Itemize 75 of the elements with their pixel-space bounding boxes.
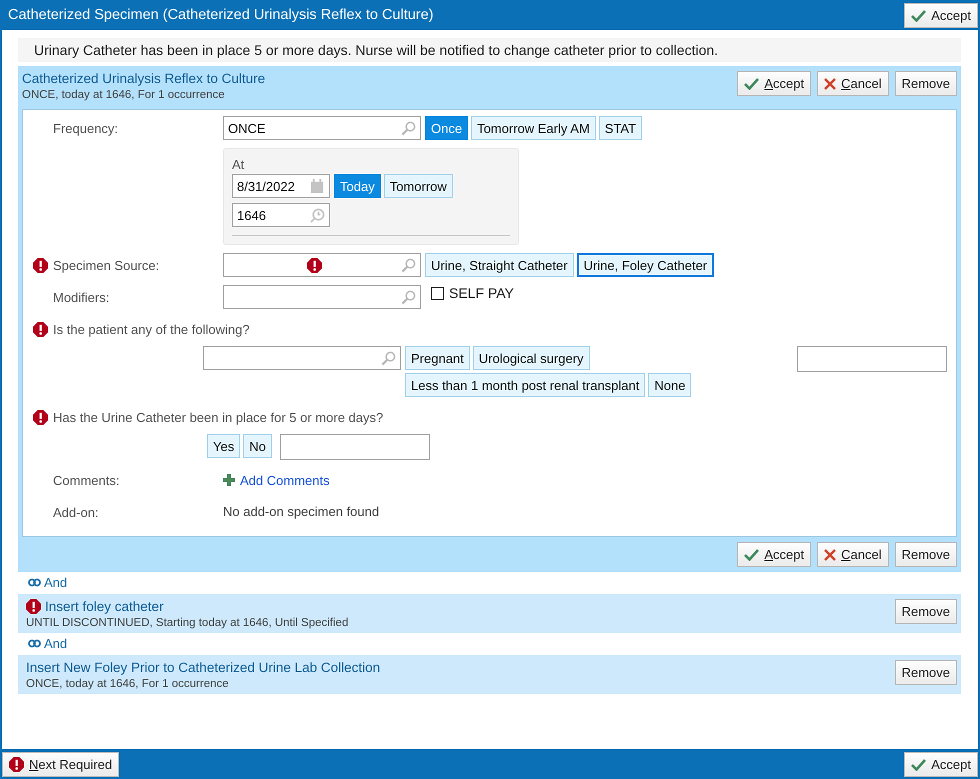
order-summary: ONCE, today at 1646, For 1 occurrence — [22, 89, 225, 101]
checkmark-icon — [911, 758, 926, 770]
option-button[interactable]: Urine, Straight Catheter — [425, 253, 574, 277]
option-button[interactable]: Less than 1 month post renal transplant — [405, 373, 646, 397]
field-label: Add-on: — [52, 504, 99, 522]
time-field[interactable]: 1646 — [232, 203, 330, 227]
required-icon — [33, 258, 48, 272]
option-button[interactable]: Urine, Foley Catheter — [576, 253, 714, 277]
at-label: At — [232, 157, 244, 172]
link-icon — [28, 578, 41, 587]
option-button[interactable]: Tomorrow Early AM — [471, 116, 596, 140]
required-icon — [33, 410, 48, 424]
remove-button[interactable]: Remove — [894, 599, 957, 624]
order-title[interactable]: Insert New Foley Prior to Catheterized Urine Lab Collection — [26, 660, 380, 675]
checkmark-icon — [911, 8, 926, 22]
addon-text: No add-on specimen found — [223, 503, 380, 521]
cancel-button[interactable]: Cancel — [817, 542, 889, 567]
field-label: Modifiers: — [52, 288, 110, 306]
date-field[interactable]: 8/31/2022 — [232, 174, 330, 198]
required-icon — [26, 599, 41, 614]
field-label: Frequency: — [52, 120, 118, 138]
remove-button[interactable]: Remove — [894, 542, 957, 567]
order-title[interactable]: Catheterized Urinalysis Reflex to Culture — [22, 71, 266, 86]
remove-button[interactable]: Remove — [894, 660, 957, 685]
close-icon — [824, 548, 836, 560]
search-icon — [381, 350, 396, 366]
order-summary: UNTIL DISCONTINUED, Starting today at 1646, Until Specified — [26, 617, 348, 629]
lookup-field[interactable] — [203, 346, 401, 370]
lookup-field[interactable] — [223, 285, 421, 309]
order-summary: ONCE, today at 1646, For 1 occurrence — [26, 678, 229, 690]
accept-button[interactable]: Accept — [737, 71, 812, 96]
option-button[interactable]: STAT — [598, 116, 642, 140]
lookup-field[interactable] — [223, 253, 421, 277]
option-button[interactable]: Today — [334, 174, 381, 198]
question-label: Is the patient any of the following? — [33, 319, 250, 339]
option-button[interactable]: Once — [425, 116, 468, 140]
required-icon — [33, 322, 48, 336]
add-comments-link[interactable]: Add Comments — [223, 468, 330, 492]
order-title[interactable]: Insert foley catheter — [26, 599, 164, 614]
checkmark-icon — [744, 77, 760, 90]
checkbox[interactable] — [431, 286, 444, 300]
cancel-button[interactable]: Cancel — [817, 71, 889, 96]
accept-button[interactable]: Accept — [904, 752, 978, 776]
and-link[interactable]: And — [28, 574, 961, 591]
search-icon — [401, 258, 416, 272]
close-icon — [824, 78, 836, 90]
field-label: Specimen Source: — [33, 255, 160, 275]
accept-button[interactable]: Accept — [904, 2, 978, 28]
text-field[interactable] — [280, 434, 430, 460]
checkmark-icon — [744, 548, 760, 561]
search-icon — [401, 290, 416, 304]
calendar-icon — [310, 178, 325, 194]
option-button[interactable]: Yes — [207, 434, 240, 458]
remove-button[interactable]: Remove — [894, 71, 957, 96]
clock-icon — [310, 208, 325, 222]
accept-button[interactable]: Accept — [737, 542, 812, 567]
plus-icon — [223, 474, 235, 486]
next-required-button[interactable]: Next Required — [2, 752, 120, 776]
window-title: Catheterized Specimen (Catheterized Urinalysis Reflex to Culture) — [7, 7, 434, 23]
search-icon — [401, 120, 416, 136]
field-label: Comments: — [52, 472, 120, 490]
error-icon — [9, 756, 24, 772]
notice-banner: Urinary Catheter has been in place 5 or more days. Nurse will be notified to change catheter prior to collection. — [18, 38, 961, 62]
checkbox-label: SELF PAY — [449, 285, 514, 301]
and-link[interactable]: And — [28, 635, 961, 652]
link-icon — [28, 639, 41, 648]
text-field[interactable] — [797, 346, 947, 372]
option-button[interactable]: Pregnant — [405, 346, 470, 370]
lookup-field[interactable]: ONCE — [223, 116, 421, 140]
option-button[interactable]: Urological surgery — [472, 346, 590, 370]
field-error-icon — [307, 258, 322, 272]
question-label: Has the Urine Catheter been in place for 5 or more days? — [33, 407, 384, 427]
option-button[interactable]: Tomorrow — [384, 174, 453, 198]
option-button[interactable]: None — [648, 373, 692, 397]
option-button[interactable]: No — [243, 434, 272, 458]
